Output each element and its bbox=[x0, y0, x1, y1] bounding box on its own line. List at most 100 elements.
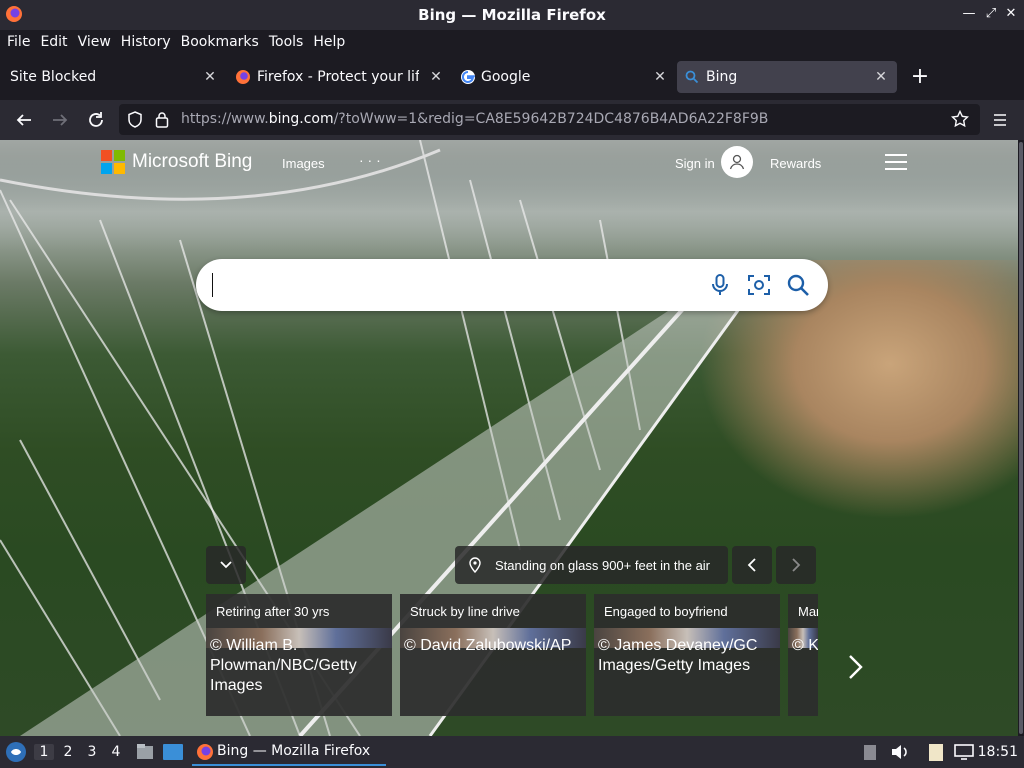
url-text[interactable]: https://www.bing.com/?toWww=1&redig=CA8E… bbox=[181, 111, 768, 127]
menu-help[interactable]: Help bbox=[309, 34, 349, 50]
more-menu[interactable]: · · · bbox=[359, 152, 381, 168]
taskbar-firefox-window[interactable]: Bing — Mozilla Firefox bbox=[192, 738, 386, 766]
navigation-bar: https://www.bing.com/?toWww=1&redig=CA8E… bbox=[0, 100, 1024, 140]
tab-label: Google bbox=[481, 69, 531, 85]
news-card-credit: © William B. Plowman/NBC/Getty Images bbox=[210, 637, 357, 694]
tab-strip: Site Blocked ✕ Firefox - Protect your li… bbox=[0, 57, 1024, 97]
close-tab-icon[interactable]: ✕ bbox=[873, 69, 889, 85]
microphone-icon bbox=[712, 274, 728, 295]
firefox-icon bbox=[6, 6, 22, 22]
collapse-feed-button[interactable] bbox=[206, 546, 246, 584]
cards-next-button[interactable] bbox=[838, 650, 872, 684]
chevron-down-icon bbox=[220, 561, 232, 569]
reload-button[interactable] bbox=[84, 108, 108, 132]
workspace-4[interactable]: 4 bbox=[106, 744, 126, 760]
tab-google[interactable]: Google ✕ bbox=[452, 61, 676, 93]
chevron-right-icon bbox=[792, 558, 801, 572]
previous-image-button[interactable] bbox=[732, 546, 772, 584]
tab-label: Bing bbox=[706, 69, 738, 85]
search-button[interactable] bbox=[785, 272, 811, 298]
close-tab-icon[interactable]: ✕ bbox=[202, 69, 218, 85]
close-tab-icon[interactable]: ✕ bbox=[652, 69, 668, 85]
minimize-button[interactable]: — bbox=[961, 6, 977, 22]
tab-bing[interactable]: Bing ✕ bbox=[677, 61, 897, 93]
back-button[interactable] bbox=[12, 108, 36, 132]
url-bar[interactable]: https://www.bing.com/?toWww=1&redig=CA8E… bbox=[119, 104, 980, 135]
taskbar-window-title: Bing — Mozilla Firefox bbox=[217, 743, 371, 759]
shield-icon[interactable] bbox=[127, 111, 143, 128]
news-card-credit: © David Zalubowski/AP bbox=[404, 637, 572, 654]
show-desktop-icon[interactable] bbox=[162, 742, 184, 762]
tab-label: Firefox - Protect your life bbox=[257, 69, 419, 85]
image-caption-text: Standing on glass 900+ feet in the air bbox=[495, 557, 711, 573]
bing-logo[interactable]: Microsoft Bing bbox=[101, 150, 252, 174]
file-manager-icon[interactable] bbox=[135, 742, 155, 762]
forward-button[interactable] bbox=[48, 108, 72, 132]
arrow-left-icon bbox=[16, 114, 31, 126]
chevron-right-icon bbox=[849, 655, 863, 679]
images-link[interactable]: Images bbox=[282, 156, 325, 171]
scrollbar-thumb[interactable] bbox=[1019, 142, 1023, 734]
taskbar: 1 2 3 4 Bing — Mozilla Firefox 18:51 bbox=[0, 736, 1024, 768]
news-card[interactable]: Mar © K bbox=[788, 594, 818, 716]
location-pin-icon bbox=[469, 557, 481, 573]
tab-site-blocked[interactable]: Site Blocked ✕ bbox=[0, 61, 226, 93]
window-title: Bing — Mozilla Firefox bbox=[418, 6, 606, 24]
menu-file[interactable]: File bbox=[3, 34, 34, 50]
sign-in-link[interactable]: Sign in bbox=[675, 156, 715, 171]
maximize-button[interactable]: ⤢ bbox=[983, 6, 999, 22]
menu-view[interactable]: View bbox=[74, 34, 115, 50]
menu-bookmarks[interactable]: Bookmarks bbox=[177, 34, 263, 50]
news-card-title: Struck by line drive bbox=[410, 604, 520, 619]
rewards-link[interactable]: Rewards bbox=[770, 156, 821, 171]
app-menu-button[interactable] bbox=[988, 108, 1012, 132]
news-card[interactable]: Struck by line drive © David Zalubowski/… bbox=[400, 594, 586, 716]
google-icon bbox=[461, 70, 475, 84]
user-icon bbox=[729, 154, 745, 170]
firefox-icon bbox=[197, 744, 213, 760]
menu-tools[interactable]: Tools bbox=[265, 34, 308, 50]
search-icon bbox=[787, 274, 809, 296]
network-icon[interactable] bbox=[954, 743, 974, 761]
workspace-2[interactable]: 2 bbox=[58, 744, 78, 760]
tab-firefox-protect[interactable]: Firefox - Protect your life ✕ bbox=[226, 61, 452, 93]
page-scrollbar[interactable] bbox=[1018, 140, 1024, 736]
chevron-left-icon bbox=[747, 558, 756, 572]
news-card[interactable]: Engaged to boyfriend © James Devaney/GC … bbox=[594, 594, 780, 716]
bing-homepage: Microsoft Bing Images · · · Sign in Rewa… bbox=[0, 140, 1018, 736]
volume-icon[interactable] bbox=[890, 743, 910, 761]
search-box[interactable] bbox=[196, 259, 828, 311]
close-window-button[interactable]: ✕ bbox=[1003, 6, 1019, 22]
window-titlebar: Bing — Mozilla Firefox — ⤢ ✕ bbox=[0, 0, 1024, 30]
news-card-credit: © James Devaney/GC Images/Getty Images bbox=[598, 637, 758, 674]
news-card-credit: © K bbox=[792, 637, 818, 654]
menu-bar: File Edit View History Bookmarks Tools H… bbox=[0, 30, 1024, 54]
firefox-icon bbox=[236, 70, 250, 84]
star-icon[interactable] bbox=[951, 110, 969, 128]
start-menu-icon[interactable] bbox=[5, 741, 27, 763]
lock-icon[interactable] bbox=[155, 111, 169, 128]
visual-search-button[interactable] bbox=[746, 272, 772, 298]
menu-history[interactable]: History bbox=[117, 34, 175, 50]
next-image-button[interactable] bbox=[776, 546, 816, 584]
notes-icon[interactable] bbox=[927, 742, 945, 762]
clipboard-icon[interactable] bbox=[863, 743, 877, 761]
close-tab-icon[interactable]: ✕ bbox=[428, 69, 444, 85]
hamburger-menu-icon[interactable] bbox=[885, 154, 907, 170]
voice-search-button[interactable] bbox=[707, 272, 733, 298]
news-card-title: Mar bbox=[798, 604, 818, 619]
tab-label: Site Blocked bbox=[10, 69, 97, 85]
reload-icon bbox=[89, 112, 103, 127]
search-input[interactable] bbox=[212, 273, 213, 297]
clock: 18:51 bbox=[977, 744, 1018, 760]
news-card[interactable]: Retiring after 30 yrs © William B. Plowm… bbox=[206, 594, 392, 716]
image-caption[interactable]: Standing on glass 900+ feet in the air bbox=[455, 546, 728, 584]
new-tab-button[interactable]: + bbox=[908, 66, 932, 90]
workspace-1[interactable]: 1 bbox=[34, 744, 54, 760]
avatar[interactable] bbox=[721, 146, 753, 178]
menu-edit[interactable]: Edit bbox=[36, 34, 71, 50]
microsoft-logo-icon bbox=[101, 150, 125, 174]
bing-brand-text: Microsoft Bing bbox=[132, 151, 253, 172]
workspace-3[interactable]: 3 bbox=[82, 744, 102, 760]
visual-search-icon bbox=[748, 275, 770, 295]
